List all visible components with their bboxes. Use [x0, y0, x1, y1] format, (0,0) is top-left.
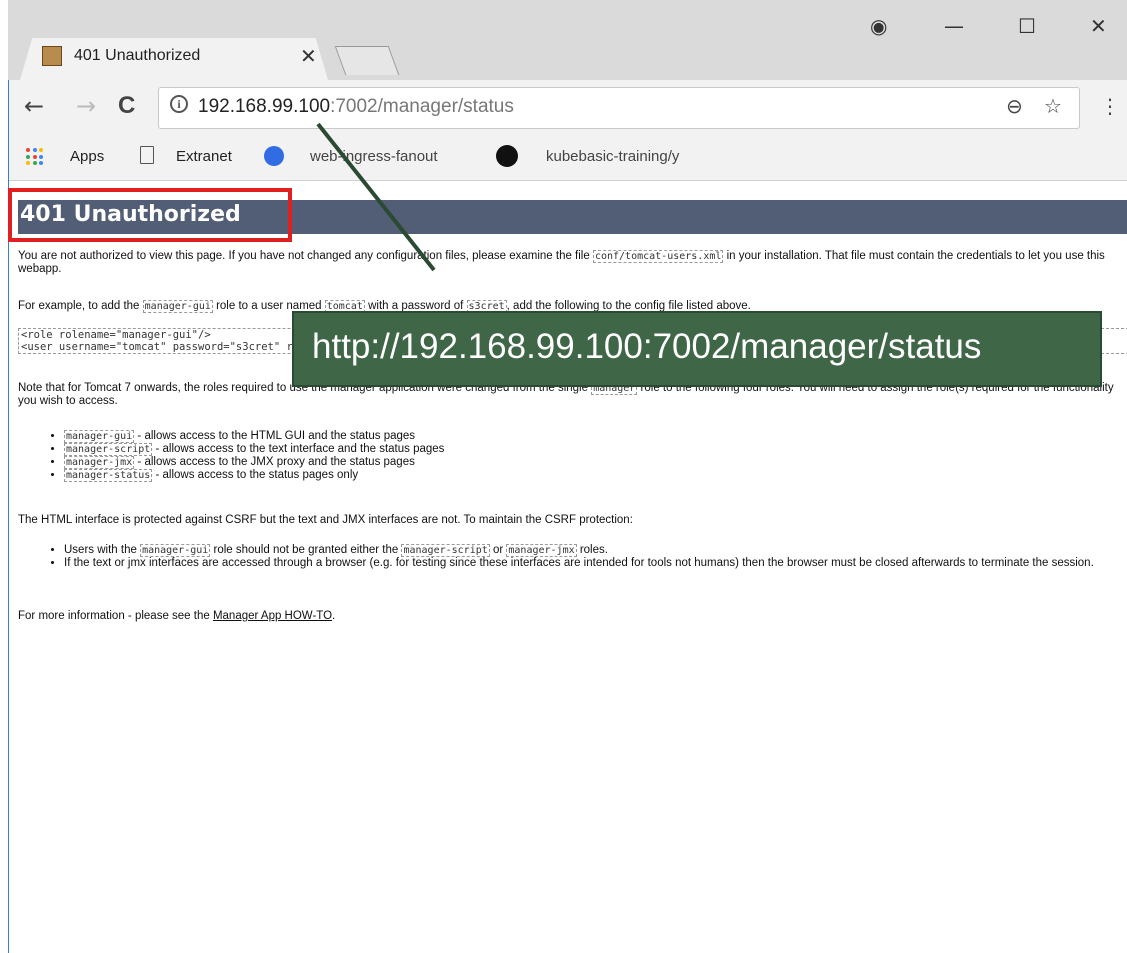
url-callout-text: http://192.168.99.100:7002/manager/statu…	[312, 327, 982, 366]
pointer-line	[316, 122, 436, 272]
pointer-line-stroke	[316, 122, 436, 272]
